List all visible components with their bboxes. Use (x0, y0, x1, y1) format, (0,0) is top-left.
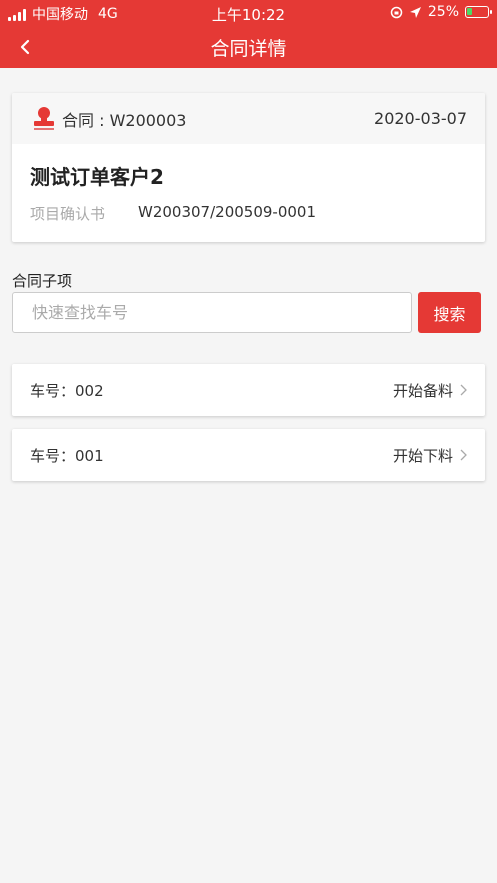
orientation-lock-icon (390, 6, 403, 18)
list-item-label: 车号：002 (30, 381, 104, 400)
status-bar: 中国移动 4G 上午10:22 25% (0, 0, 497, 26)
location-arrow-icon (409, 6, 421, 18)
app-header: 中国移动 4G 上午10:22 25% 合同详情 (0, 0, 497, 68)
contract-card-header: 合同 : W200003 2020-03-07 (12, 93, 485, 144)
contract-number: 合同 : W200003 (62, 110, 187, 130)
list-item[interactable]: 车号：002 开始备料 (12, 364, 485, 416)
search-button[interactable]: 搜索 (418, 292, 481, 333)
search-input[interactable] (12, 292, 412, 333)
chevron-right-icon (460, 449, 467, 461)
title-bar: 合同详情 (0, 26, 497, 68)
section-title: 合同子项 (12, 272, 73, 290)
battery-fill (467, 8, 472, 15)
list-item-label: 车号：001 (30, 446, 104, 465)
stamp-icon (34, 106, 54, 130)
contract-date: 2020-03-07 (374, 109, 467, 128)
document-row: 项目确认书 W200307/200509-0001 (30, 203, 316, 224)
list-item-action: 开始下料 (392, 446, 453, 465)
list-item[interactable]: 车号：001 开始下料 (12, 429, 485, 481)
battery-percent: 25% (427, 4, 459, 20)
page-title: 合同详情 (210, 38, 287, 60)
chevron-right-icon (460, 384, 467, 396)
contract-card: 合同 : W200003 2020-03-07 测试订单客户2 项目确认书 W2… (12, 93, 485, 242)
customer-name: 测试订单客户2 (30, 165, 164, 189)
document-label: 项目确认书 (30, 205, 106, 223)
list-item-action: 开始备料 (392, 381, 453, 400)
document-value: W200307/200509-0001 (138, 203, 316, 221)
battery-icon (465, 6, 492, 18)
